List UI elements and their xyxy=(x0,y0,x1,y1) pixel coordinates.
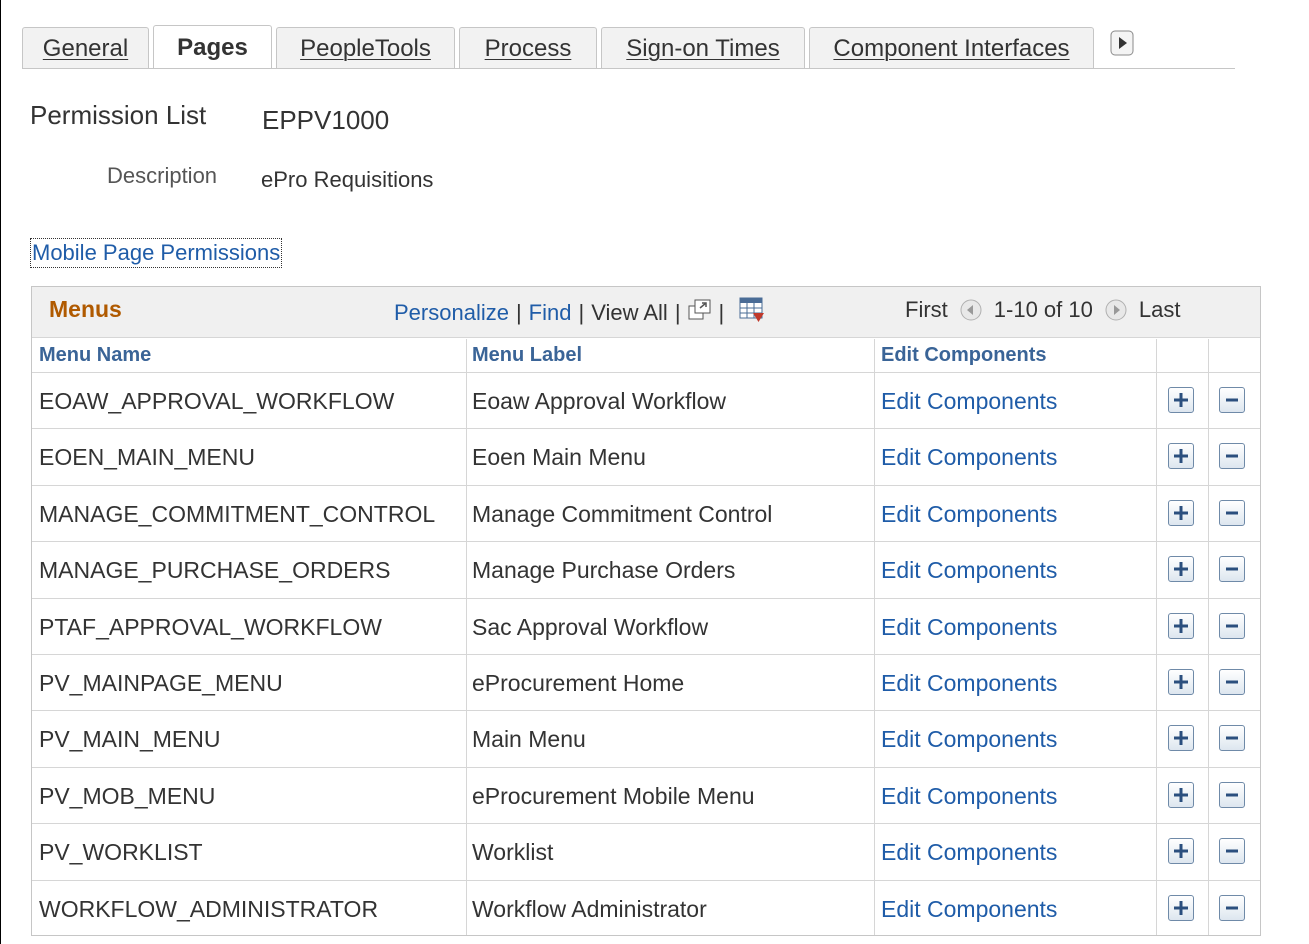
tab-component-interfaces[interactable]: Component Interfaces xyxy=(809,27,1094,69)
tab-pages[interactable]: Pages xyxy=(153,25,272,69)
table-row: WORKFLOW_ADMINISTRATOR Workflow Administr… xyxy=(32,879,1260,937)
add-row-icon[interactable] xyxy=(1168,838,1194,865)
delete-row-icon[interactable] xyxy=(1219,556,1245,583)
delete-row-icon[interactable] xyxy=(1219,499,1245,526)
permission-list-label: Permission List xyxy=(30,100,207,130)
edit-components-link[interactable]: Edit Components xyxy=(881,824,1057,880)
menu-name-cell: MANAGE_PURCHASE_ORDERS xyxy=(39,557,391,584)
tab-general[interactable]: General xyxy=(22,27,149,69)
table-row: PTAF_APPROVAL_WORKFLOW Sac Approval Workf… xyxy=(32,597,1260,655)
grid-navigation: First 1-10 of 10 Last xyxy=(905,297,1180,323)
delete-row-icon[interactable] xyxy=(1219,838,1245,865)
menu-name-cell: PV_MOB_MENU xyxy=(39,782,216,809)
edit-components-link[interactable]: Edit Components xyxy=(881,768,1057,824)
edit-components-link[interactable]: Edit Components xyxy=(881,655,1057,711)
tab-bar: General Pages PeopleTools Process Sign-o… xyxy=(22,23,1098,69)
delete-row-icon[interactable] xyxy=(1219,443,1245,470)
separator: | xyxy=(718,300,725,325)
menu-name-cell: WORKFLOW_ADMINISTRATOR xyxy=(39,895,379,922)
edit-components-link[interactable]: Edit Components xyxy=(881,711,1057,767)
tab-divider xyxy=(22,68,1235,69)
edit-components-link[interactable]: Edit Components xyxy=(881,881,1057,937)
separator: | xyxy=(674,300,681,325)
menu-name-cell: EOEN_MAIN_MENU xyxy=(39,444,255,471)
tab-scroll-right-icon[interactable] xyxy=(1110,30,1138,58)
tab-peopletools[interactable]: PeopleTools xyxy=(276,27,455,69)
grid-title: Menus xyxy=(49,296,122,322)
previous-arrow-icon[interactable] xyxy=(960,299,982,321)
last-link[interactable]: Last xyxy=(1139,297,1181,323)
find-link[interactable]: Find xyxy=(529,300,572,326)
edit-components-link[interactable]: Edit Components xyxy=(881,429,1057,485)
menu-label-cell: Worklist xyxy=(472,839,554,866)
table-row: EOEN_MAIN_MENU Eoen Main Menu Edit Compone… xyxy=(32,428,1260,485)
edit-components-link[interactable]: Edit Components xyxy=(881,599,1057,655)
permission-list-value: EPPV1000 xyxy=(262,105,390,135)
separator: | xyxy=(515,300,522,325)
column-header-edit-components: Edit Components xyxy=(881,344,1047,366)
mobile-page-permissions-link[interactable]: Mobile Page Permissions xyxy=(30,238,283,268)
personalize-link[interactable]: Personalize xyxy=(394,300,509,326)
add-row-icon[interactable] xyxy=(1168,499,1194,526)
add-row-icon[interactable] xyxy=(1168,556,1194,583)
tab-sign-on-times[interactable]: Sign-on Times xyxy=(601,27,805,69)
separator: | xyxy=(578,300,585,325)
menu-label-cell: Eoen Main Menu xyxy=(472,444,646,471)
table-row: PV_MAINPAGE_MENU eProcurement Home Edit Co… xyxy=(32,654,1260,711)
menu-label-cell: Manage Purchase Orders xyxy=(472,557,736,584)
edit-components-link[interactable]: Edit Components xyxy=(881,486,1057,542)
menu-name-cell: PV_MAIN_MENU xyxy=(39,726,221,753)
menu-label-cell: Workflow Administrator xyxy=(472,895,707,922)
next-arrow-icon[interactable] xyxy=(1105,299,1127,321)
delete-row-icon[interactable] xyxy=(1219,894,1245,921)
menu-name-cell: MANAGE_COMMITMENT_CONTROL xyxy=(39,500,436,527)
menus-grid: Menus Personalize | Find | View All | | xyxy=(31,286,1261,936)
description-label: Description xyxy=(107,163,218,188)
first-link[interactable]: First xyxy=(905,297,948,323)
column-header-menu-name: Menu Name xyxy=(39,344,152,366)
row-range: 1-10 of 10 xyxy=(993,297,1093,322)
table-row: PV_MAIN_MENU Main Menu Edit Components xyxy=(32,710,1260,767)
menu-name-cell: PTAF_APPROVAL_WORKFLOW xyxy=(39,613,382,640)
menu-label-cell: Sac Approval Workflow xyxy=(472,613,709,640)
delete-row-icon[interactable] xyxy=(1219,612,1245,639)
table-row: PV_WORKLIST Worklist Edit Components xyxy=(32,823,1260,880)
menu-label-cell: Main Menu xyxy=(472,726,586,753)
add-row-icon[interactable] xyxy=(1168,612,1194,639)
download-to-spreadsheet-icon[interactable] xyxy=(739,297,765,329)
add-row-icon[interactable] xyxy=(1168,725,1194,752)
tab-process[interactable]: Process xyxy=(459,27,597,69)
grid-toolbar: Personalize | Find | View All | | xyxy=(394,297,765,329)
delete-row-icon[interactable] xyxy=(1219,387,1245,413)
description-value: ePro Requisitions xyxy=(261,167,434,192)
zoom-popup-icon[interactable] xyxy=(688,299,712,327)
delete-row-icon[interactable] xyxy=(1219,781,1245,808)
add-row-icon[interactable] xyxy=(1168,669,1194,695)
add-row-icon[interactable] xyxy=(1168,781,1194,808)
add-row-icon[interactable] xyxy=(1168,387,1194,413)
table-row: EOAW_APPROVAL_WORKFLOW Eoaw Approval Work… xyxy=(32,372,1260,429)
edit-components-link[interactable]: Edit Components xyxy=(881,542,1057,598)
menu-name-cell: PV_MAINPAGE_MENU xyxy=(39,670,283,696)
add-row-icon[interactable] xyxy=(1168,894,1194,921)
menu-label-cell: eProcurement Home xyxy=(472,670,685,696)
menu-name-cell: EOAW_APPROVAL_WORKFLOW xyxy=(39,388,395,414)
menu-label-cell: Eoaw Approval Workflow xyxy=(472,388,726,414)
menu-name-cell: PV_WORKLIST xyxy=(39,839,203,866)
delete-row-icon[interactable] xyxy=(1219,669,1245,695)
grid-header-bar: Menus Personalize | Find | View All | | xyxy=(32,287,1260,338)
table-row: MANAGE_PURCHASE_ORDERS Manage Purchase Or… xyxy=(32,541,1260,598)
view-all-link[interactable]: View All xyxy=(591,300,668,326)
edit-components-link[interactable]: Edit Components xyxy=(881,373,1057,429)
delete-row-icon[interactable] xyxy=(1219,725,1245,752)
table-row: MANAGE_COMMITMENT_CONTROL Manage Commitme… xyxy=(32,484,1260,542)
add-row-icon[interactable] xyxy=(1168,443,1194,470)
menu-label-cell: Manage Commitment Control xyxy=(472,500,773,527)
menu-label-cell: eProcurement Mobile Menu xyxy=(472,782,755,809)
column-header-menu-label: Menu Label xyxy=(472,344,583,366)
table-row: PV_MOB_MENU eProcurement Mobile Menu Edit … xyxy=(32,766,1260,824)
